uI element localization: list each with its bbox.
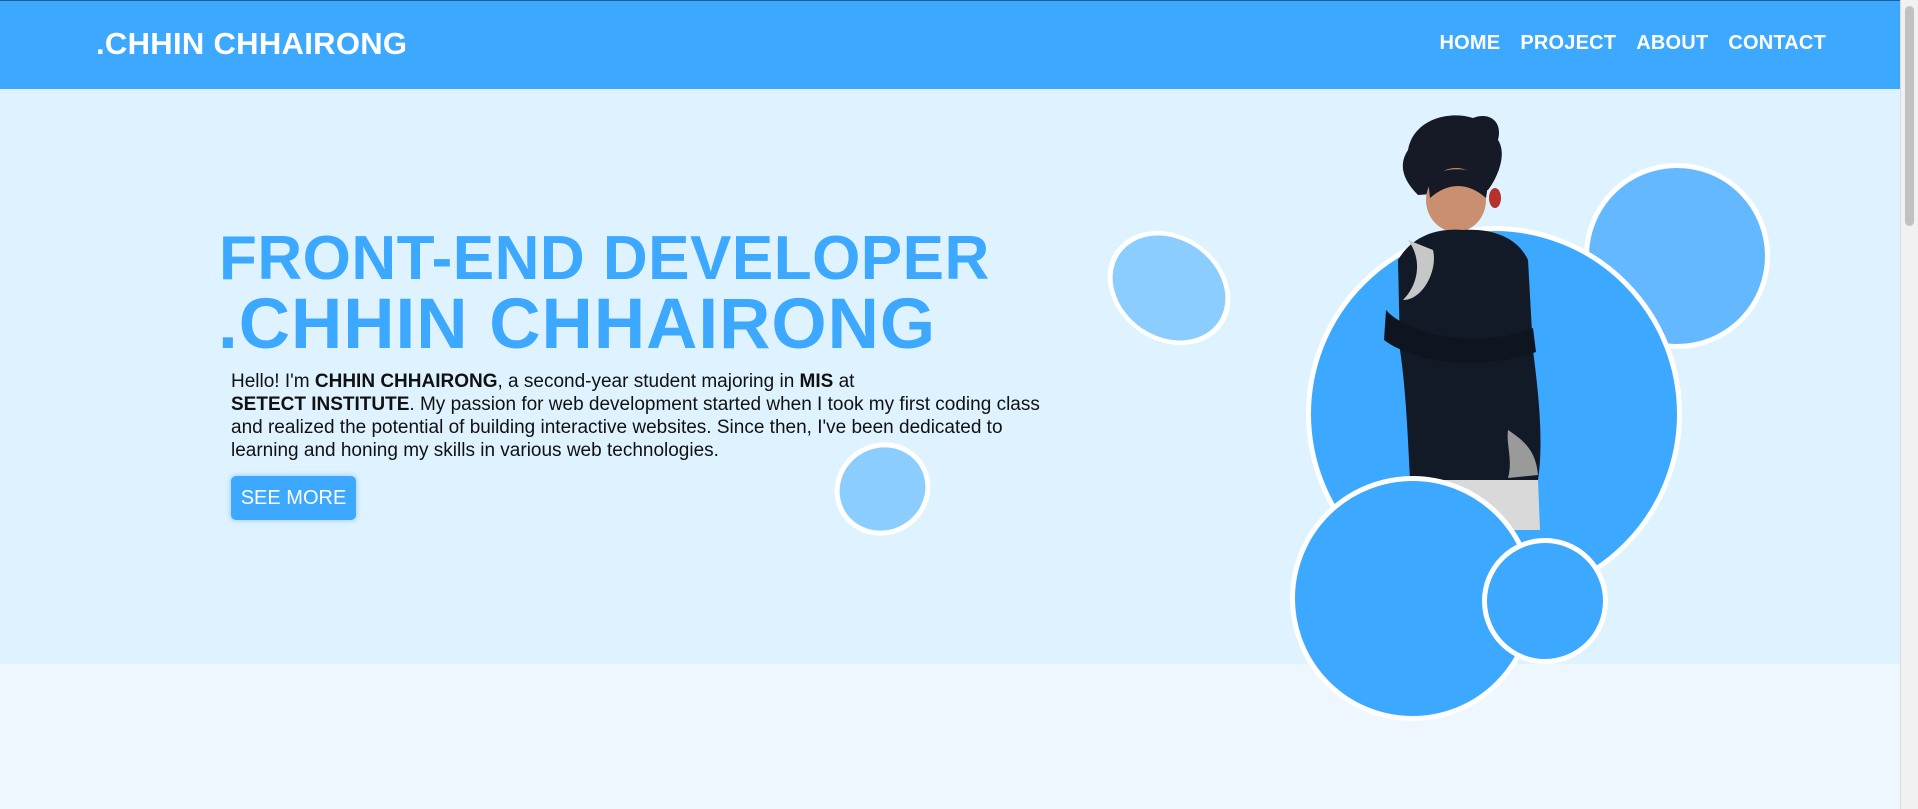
intro-paragraph: Hello! I'm CHHIN CHHAIRONG, a second-yea… [231,370,1051,462]
intro-highlight-name: CHHIN CHHAIRONG [314,371,498,392]
brand-logo-text[interactable]: .CHHIN CHHAIRONG [96,26,407,62]
page-scrollbar[interactable] [1900,0,1918,809]
top-navbar: .CHHIN CHHAIRONG HOME PROJECT ABOUT CONT… [0,0,1918,89]
main-nav: HOME PROJECT ABOUT CONTACT [1440,32,1826,55]
nav-link-project[interactable]: PROJECT [1520,32,1616,55]
intro-text: Hello! I'm [231,371,315,392]
intro-text: , a second-year student majoring in [497,371,800,392]
hero-subtitle: FRONT-END DEVELOPER [219,224,990,293]
page: .CHHIN CHHAIRONG HOME PROJECT ABOUT CONT… [0,0,1918,809]
nav-link-contact[interactable]: CONTACT [1728,32,1826,55]
decorative-circle [1482,538,1608,664]
intro-highlight-institute: SETECT INSTITUTE [231,394,410,415]
next-section [0,664,1918,809]
intro-highlight-major: MIS [799,371,834,392]
intro-text: at [833,371,855,392]
scrollbar-thumb[interactable] [1905,6,1914,226]
see-more-button[interactable]: SEE MORE [231,476,356,520]
hero-name: .CHHIN CHHAIRONG [218,285,937,364]
nav-link-about[interactable]: ABOUT [1636,32,1708,55]
nav-link-home[interactable]: HOME [1440,32,1501,55]
